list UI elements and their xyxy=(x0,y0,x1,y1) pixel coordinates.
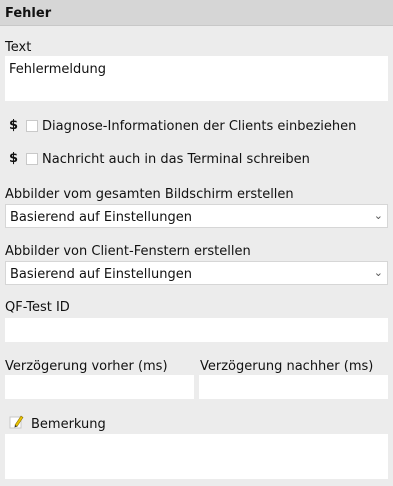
variable-icon: $ xyxy=(9,118,19,133)
section-header: Fehler xyxy=(0,0,393,26)
screenshot-client-label: Abbilder von Client-Fenstern erstellen xyxy=(5,244,251,259)
pencil-icon xyxy=(9,414,25,434)
text-value: Fehlermeldung xyxy=(9,62,106,77)
chevron-down-icon[interactable]: ⌄ xyxy=(374,266,383,279)
qftest-id-label: QF-Test ID xyxy=(5,300,70,315)
terminal-checkbox-label: Nachricht auch in das Terminal schreiben xyxy=(42,152,310,167)
section-title: Fehler xyxy=(5,6,52,21)
qftest-id-field[interactable] xyxy=(5,318,388,342)
delay-before-field[interactable] xyxy=(5,375,194,399)
screenshot-client-value: Basierend auf Einstellungen xyxy=(10,267,192,282)
screenshot-full-select[interactable]: Basierend auf Einstellungen ⌄ xyxy=(5,204,388,228)
variable-icon: $ xyxy=(9,151,19,166)
screenshot-full-value: Basierend auf Einstellungen xyxy=(10,210,192,225)
diagnose-checkbox[interactable] xyxy=(26,120,38,132)
terminal-checkbox[interactable] xyxy=(26,153,38,165)
delay-after-field[interactable] xyxy=(199,375,388,399)
text-field[interactable]: Fehlermeldung xyxy=(5,56,388,101)
delay-before-label: Verzögerung vorher (ms) xyxy=(5,359,168,374)
comment-label: Bemerkung xyxy=(31,417,106,432)
delay-after-label: Verzögerung nachher (ms) xyxy=(200,359,374,374)
diagnose-checkbox-label: Diagnose-Informationen der Clients einbe… xyxy=(42,119,357,134)
comment-field[interactable] xyxy=(5,434,388,479)
text-label: Text xyxy=(5,40,32,55)
screenshot-full-label: Abbilder vom gesamten Bildschirm erstell… xyxy=(5,187,294,202)
screenshot-client-select[interactable]: Basierend auf Einstellungen ⌄ xyxy=(5,261,388,285)
chevron-down-icon[interactable]: ⌄ xyxy=(374,209,383,222)
